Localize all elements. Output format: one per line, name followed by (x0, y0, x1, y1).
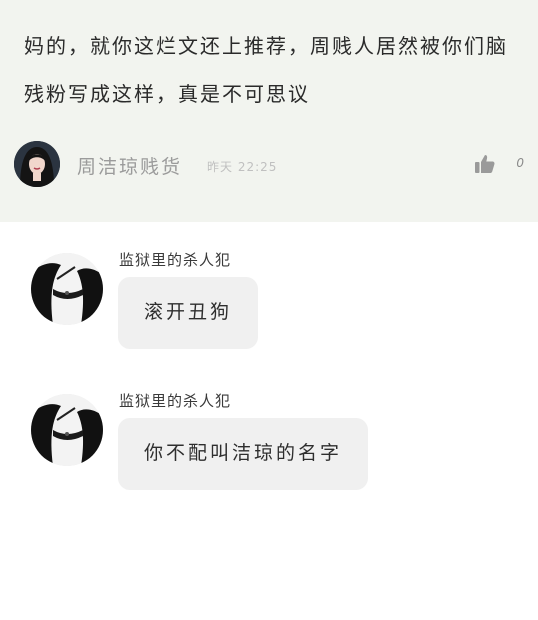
post-timestamp: 昨天 22:25 (207, 160, 278, 174)
commenter-avatar[interactable] (31, 253, 103, 325)
post-card: 妈的，就你这烂文还上推荐，周贱人居然被你们脑残粉写成这样，真是不可思议 周洁琼贱… (0, 0, 538, 222)
commenter-name[interactable]: 监狱里的杀人犯 (119, 390, 231, 411)
comment-bubble[interactable]: 你不配叫洁琼的名字 (118, 418, 369, 490)
author-name[interactable]: 周洁琼贱货 (77, 152, 182, 179)
post-author-row: 周洁琼贱货 昨天 22:25 0 (14, 141, 526, 187)
post-text: 妈的，就你这烂文还上推荐，周贱人居然被你们脑残粉写成这样，真是不可思议 (24, 34, 508, 106)
comment-bubble[interactable]: 滚开丑狗 (118, 277, 259, 349)
commenter-name[interactable]: 监狱里的杀人犯 (119, 249, 231, 270)
author-avatar[interactable] (14, 141, 60, 187)
thumbs-up-icon[interactable] (474, 153, 496, 175)
like-count: 0 (516, 156, 524, 170)
commenter-avatar[interactable] (31, 394, 103, 466)
